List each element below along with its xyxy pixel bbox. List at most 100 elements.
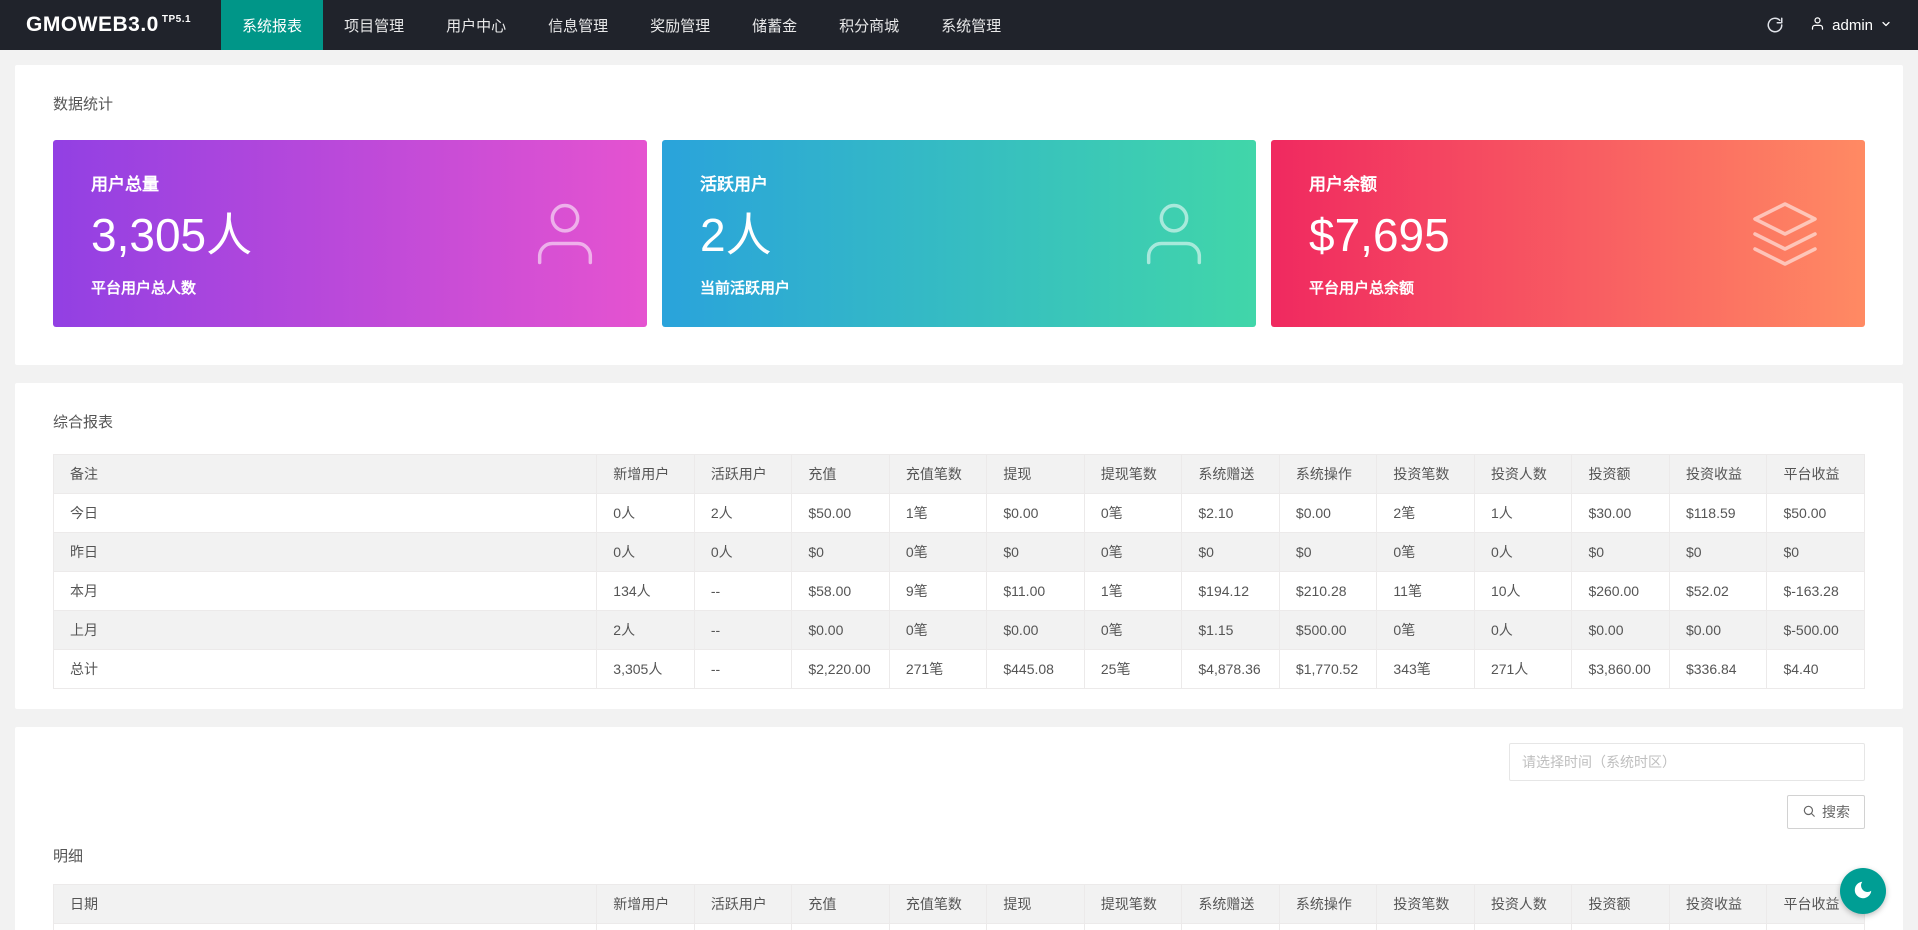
- table-cell: $0: [1181, 532, 1280, 572]
- nav-item-5[interactable]: 储蓄金: [731, 0, 818, 50]
- table-cell: 0人: [1473, 610, 1573, 650]
- main-content: 数据统计 用户总量 3,305人 平台用户总人数 活跃用户 2人 当前活跃用户 用户余额 $7…: [0, 50, 1918, 930]
- table-cell: 25笔: [1083, 649, 1183, 689]
- table-cell: 11笔: [1376, 571, 1475, 611]
- table-cell: 2人: [693, 493, 793, 533]
- table-cell: 0笔: [1083, 493, 1183, 533]
- navbar-right: admin: [1766, 0, 1918, 50]
- table-cell: $0.00: [791, 610, 890, 650]
- floating-theme-button[interactable]: [1840, 868, 1886, 914]
- search-button-row: 搜索: [53, 795, 1865, 829]
- table-cell: 0人: [596, 923, 695, 930]
- column-header: 提现笔数: [1083, 884, 1183, 924]
- nav-item-4[interactable]: 奖励管理: [629, 0, 731, 50]
- table-cell: 总计: [52, 649, 598, 689]
- table-cell: 0人: [693, 532, 793, 572]
- table-cell: $58.00: [791, 571, 890, 611]
- table-cell: 0人: [1473, 923, 1573, 930]
- table-cell: 2023-11-01: [52, 923, 598, 930]
- stat-card-title: 活跃用户: [700, 175, 768, 194]
- table-cell: 0人: [596, 532, 695, 572]
- detail-table: 日期 新增用户 活跃用户 充值 充值笔数 提现 提现笔数 系统赠送 系统操作 投资笔数 投资人数 投资…: [52, 884, 1865, 930]
- search-button[interactable]: 搜索: [1787, 795, 1865, 829]
- column-header: 提现: [986, 454, 1085, 494]
- table-cell: $3,860.00: [1571, 649, 1670, 689]
- column-header: 系统操作: [1278, 454, 1378, 494]
- table-cell: 343笔: [1376, 649, 1475, 689]
- table-cell: $-163.28: [1766, 571, 1865, 611]
- table-cell: 上月: [52, 610, 598, 650]
- table-cell: $0: [1668, 532, 1768, 572]
- stat-card: 用户总量 3,305人 平台用户总人数: [53, 140, 647, 327]
- column-header: 活跃用户: [693, 884, 793, 924]
- stat-card: 活跃用户 2人 当前活跃用户: [662, 140, 1256, 327]
- stat-card: 用户余额 $7,695 平台用户总余额: [1271, 140, 1865, 327]
- column-header: 投资额: [1571, 884, 1670, 924]
- user-menu[interactable]: admin: [1810, 16, 1892, 35]
- table-cell: $118.59: [1668, 493, 1768, 533]
- column-header: 系统赠送: [1181, 454, 1280, 494]
- table-cell: $4.40: [1766, 649, 1865, 689]
- table-cell: 0笔: [1376, 532, 1475, 572]
- detail-panel: 搜索 明细 日期新增用户活跃用户充值充值笔数提现提现笔数系统赠送系统操作投资笔数…: [15, 727, 1903, 930]
- nav-item-2[interactable]: 用户中心: [425, 0, 527, 50]
- column-header: 新增用户: [596, 884, 695, 924]
- table-cell: $1,770.52: [1278, 649, 1378, 689]
- nav-item-6[interactable]: 积分商城: [818, 0, 920, 50]
- table-cell: $336.84: [1668, 649, 1768, 689]
- time-range-input[interactable]: [1509, 743, 1865, 781]
- column-header: 投资收益: [1668, 884, 1768, 924]
- nav-item-1[interactable]: 项目管理: [323, 0, 425, 50]
- table-cell: $50.00: [791, 493, 890, 533]
- table-cell: 10人: [1473, 571, 1573, 611]
- user-icon: [1136, 196, 1212, 272]
- summary-section-title: 综合报表: [53, 414, 114, 431]
- table-row: 昨日 0人 0人 $0 0笔 $0 0笔 $0 $0 0笔 0人 $0 $0 $0: [52, 532, 1865, 572]
- main-nav: 系统报表 项目管理 用户中心 信息管理 奖励管理 储蓄金 积分商城 系统管理: [221, 0, 1766, 50]
- table-cell: $2.10: [1181, 493, 1280, 533]
- stats-section-title: 数据统计: [53, 96, 114, 113]
- table-cell: $0.00: [986, 610, 1085, 650]
- stat-cards-row: 用户总量 3,305人 平台用户总人数 活跃用户 2人 当前活跃用户 用户余额 $7,695 平…: [53, 140, 1865, 327]
- column-header: 充值笔数: [888, 454, 988, 494]
- table-row: 上月 2人 -- $0.00 0笔 $0.00 0笔 $1.15 $500.00 0笔 0人 $0.0…: [52, 610, 1865, 650]
- brand-logo[interactable]: GMOWEB3.0 TP5.1: [0, 0, 221, 50]
- table-cell: $-500.00: [1766, 610, 1865, 650]
- table-cell: $0: [1278, 532, 1378, 572]
- stat-card-subtitle: 平台用户总余额: [1309, 280, 1415, 298]
- user-icon: [1810, 16, 1825, 35]
- table-cell: $0.00: [1278, 923, 1378, 930]
- table-row: 今日 0人 2人 $50.00 1笔 $0.00 0笔 $2.10 $0.00 2笔 1人 $30.0…: [52, 493, 1865, 533]
- table-cell: $0: [986, 532, 1085, 572]
- table-cell: $0: [1766, 532, 1865, 572]
- table-cell: 0笔: [888, 923, 988, 930]
- table-cell: 0笔: [1376, 610, 1475, 650]
- stat-card-subtitle: 当前活跃用户: [700, 280, 791, 298]
- brand-version: TP5.1: [161, 13, 192, 25]
- column-header: 投资笔数: [1376, 454, 1475, 494]
- user-icon: [527, 196, 603, 272]
- stat-card-title: 用户总量: [91, 175, 159, 194]
- table-cell: --: [693, 649, 793, 689]
- column-header: 投资笔数: [1376, 884, 1475, 924]
- column-header: 系统操作: [1278, 884, 1378, 924]
- nav-item-3[interactable]: 信息管理: [527, 0, 629, 50]
- table-row: 总计 3,305人 -- $2,220.00 271笔 $445.08 25笔 $4,878.…: [52, 649, 1865, 689]
- table-cell: --: [693, 610, 793, 650]
- table-cell: $0.00: [1571, 610, 1670, 650]
- table-cell: $11.00: [986, 571, 1085, 611]
- table-cell: 134人: [596, 571, 695, 611]
- refresh-icon[interactable]: [1766, 16, 1784, 34]
- table-cell: 昨日: [52, 532, 598, 572]
- column-header: 新增用户: [596, 454, 695, 494]
- table-cell: $0: [791, 532, 890, 572]
- stats-panel: 数据统计 用户总量 3,305人 平台用户总人数 活跃用户 2人 当前活跃用户 用户余额 $7…: [15, 65, 1903, 365]
- table-cell: $194.12: [1181, 571, 1280, 611]
- nav-item-0[interactable]: 系统报表: [221, 0, 324, 50]
- table-cell: 0人: [693, 923, 793, 930]
- column-header: 投资人数: [1473, 454, 1573, 494]
- table-cell: 9笔: [888, 571, 988, 611]
- nav-item-7[interactable]: 系统管理: [920, 0, 1022, 50]
- table-cell: $445.08: [986, 649, 1085, 689]
- table-cell: $0.00: [1571, 923, 1670, 930]
